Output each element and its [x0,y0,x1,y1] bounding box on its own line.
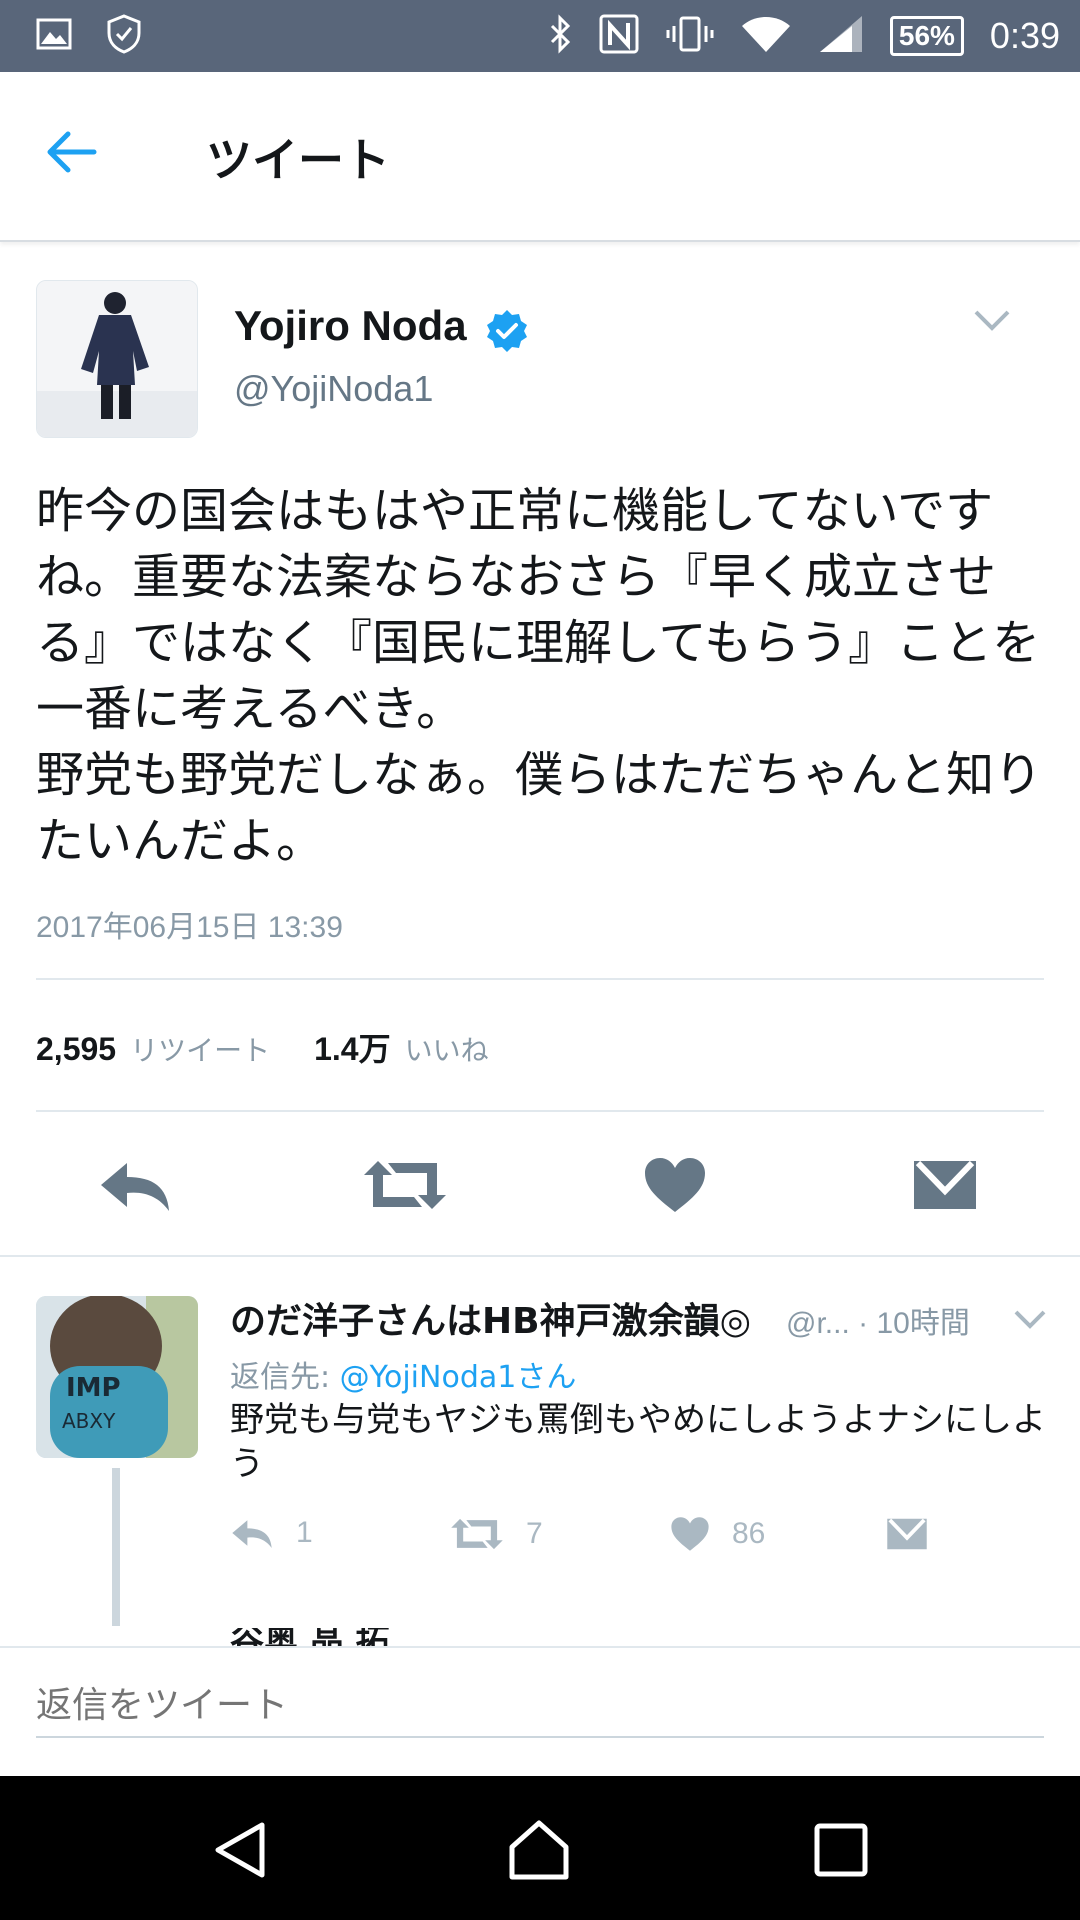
arrow-left-icon [47,131,97,173]
navigation-bar [0,1776,1080,1920]
like-button[interactable] [630,1140,720,1230]
retweet-button[interactable] [360,1140,450,1230]
author-name[interactable]: Yojiro Noda [234,302,467,350]
like-count[interactable]: 1.4万 [314,1024,391,1070]
envelope-icon [914,1160,976,1209]
svg-text:IMP: IMP [66,1373,121,1403]
bluetooth-icon [548,14,572,58]
reply-to-link[interactable]: @YojiNoda1さん [340,1360,577,1395]
home-icon [509,1820,569,1880]
thread-line [112,1468,120,1626]
tweet-timestamp: 2017年06月15日 13:39 [36,911,343,944]
heart-icon [671,1517,709,1551]
tweet-actions [0,1140,1080,1230]
reply-retweet-count: 7 [526,1517,543,1550]
retweet-icon [364,1161,446,1209]
direct-message-button[interactable] [900,1140,990,1230]
nav-recents-button[interactable] [796,1812,886,1888]
reply-like-count: 86 [732,1517,766,1550]
envelope-icon [887,1518,927,1550]
reply-text: 野党も与党もヤジも罵倒もやめにしようよナシにしよう [230,1400,1046,1484]
tweet-stats: 2,595 リツイート 1.4万 いいね [36,1024,533,1070]
reply-to-prefix: 返信先: [230,1360,340,1395]
reply-to: 返信先: @YojiNoda1さん [230,1352,576,1396]
clock: 0:39 [989,15,1060,56]
app-header: ツイート [0,72,1080,242]
triangle-back-icon [215,1822,265,1878]
page-title: ツイート [206,133,390,187]
shield-icon [106,14,142,58]
divider [36,1110,1044,1112]
reply-icon [232,1520,272,1549]
reply-like-button[interactable]: 86 [670,1516,765,1552]
tweet-text: 昨今の国会はもはや正常に機能してないですね。重要な法案ならなおさら『早く成立させ… [36,483,1043,869]
chevron-down-icon[interactable] [972,304,1012,336]
nav-back-button[interactable] [196,1812,286,1888]
reply-compose-input[interactable] [36,1674,1044,1738]
reply-reply-button[interactable]: 1 [230,1516,313,1550]
like-label[interactable]: いいね [405,1029,489,1069]
reply-author-name[interactable]: のだ洋子さんはHB神戸激余韻◎ [230,1292,751,1344]
square-recents-icon [814,1823,868,1877]
status-bar: 56% 0:39 [0,0,1080,72]
signal-icon [818,14,864,58]
reply-button[interactable] [90,1140,180,1230]
chevron-down-icon[interactable] [1012,1306,1048,1334]
avatar[interactable] [36,280,198,438]
compose-bar [0,1646,1080,1776]
retweet-icon [451,1518,503,1550]
wifi-icon [740,14,792,58]
reply-handle-time: @r... · 10時間 [786,1307,970,1340]
reply-actions: 1 7 86 [230,1516,1050,1566]
reply-icon [101,1163,169,1211]
svg-text:ABXY: ABXY [62,1409,116,1433]
vibrate-icon [666,14,714,58]
image-icon [36,18,72,54]
next-reply-peek: 谷奥 晶 拓 [230,1628,790,1646]
reply-avatar[interactable]: IMP ABXY [36,1296,198,1458]
retweet-label[interactable]: リツイート [130,1029,270,1069]
battery-indicator: 56% [889,16,964,56]
reply-reply-count: 1 [296,1516,313,1549]
nfc-icon [598,13,640,59]
divider [36,978,1044,980]
reply-retweet-button[interactable]: 7 [450,1516,543,1552]
reply-dm-button[interactable] [886,1516,928,1552]
section-separator [0,1255,1080,1257]
heart-icon [645,1158,705,1212]
retweet-count[interactable]: 2,595 [36,1031,116,1068]
author-handle[interactable]: @YojiNoda1 [234,368,433,410]
back-button[interactable] [40,122,110,182]
verified-badge-icon [487,310,527,352]
nav-home-button[interactable] [494,1812,584,1888]
next-reply-author: 谷奥 晶 拓 [230,1628,790,1646]
